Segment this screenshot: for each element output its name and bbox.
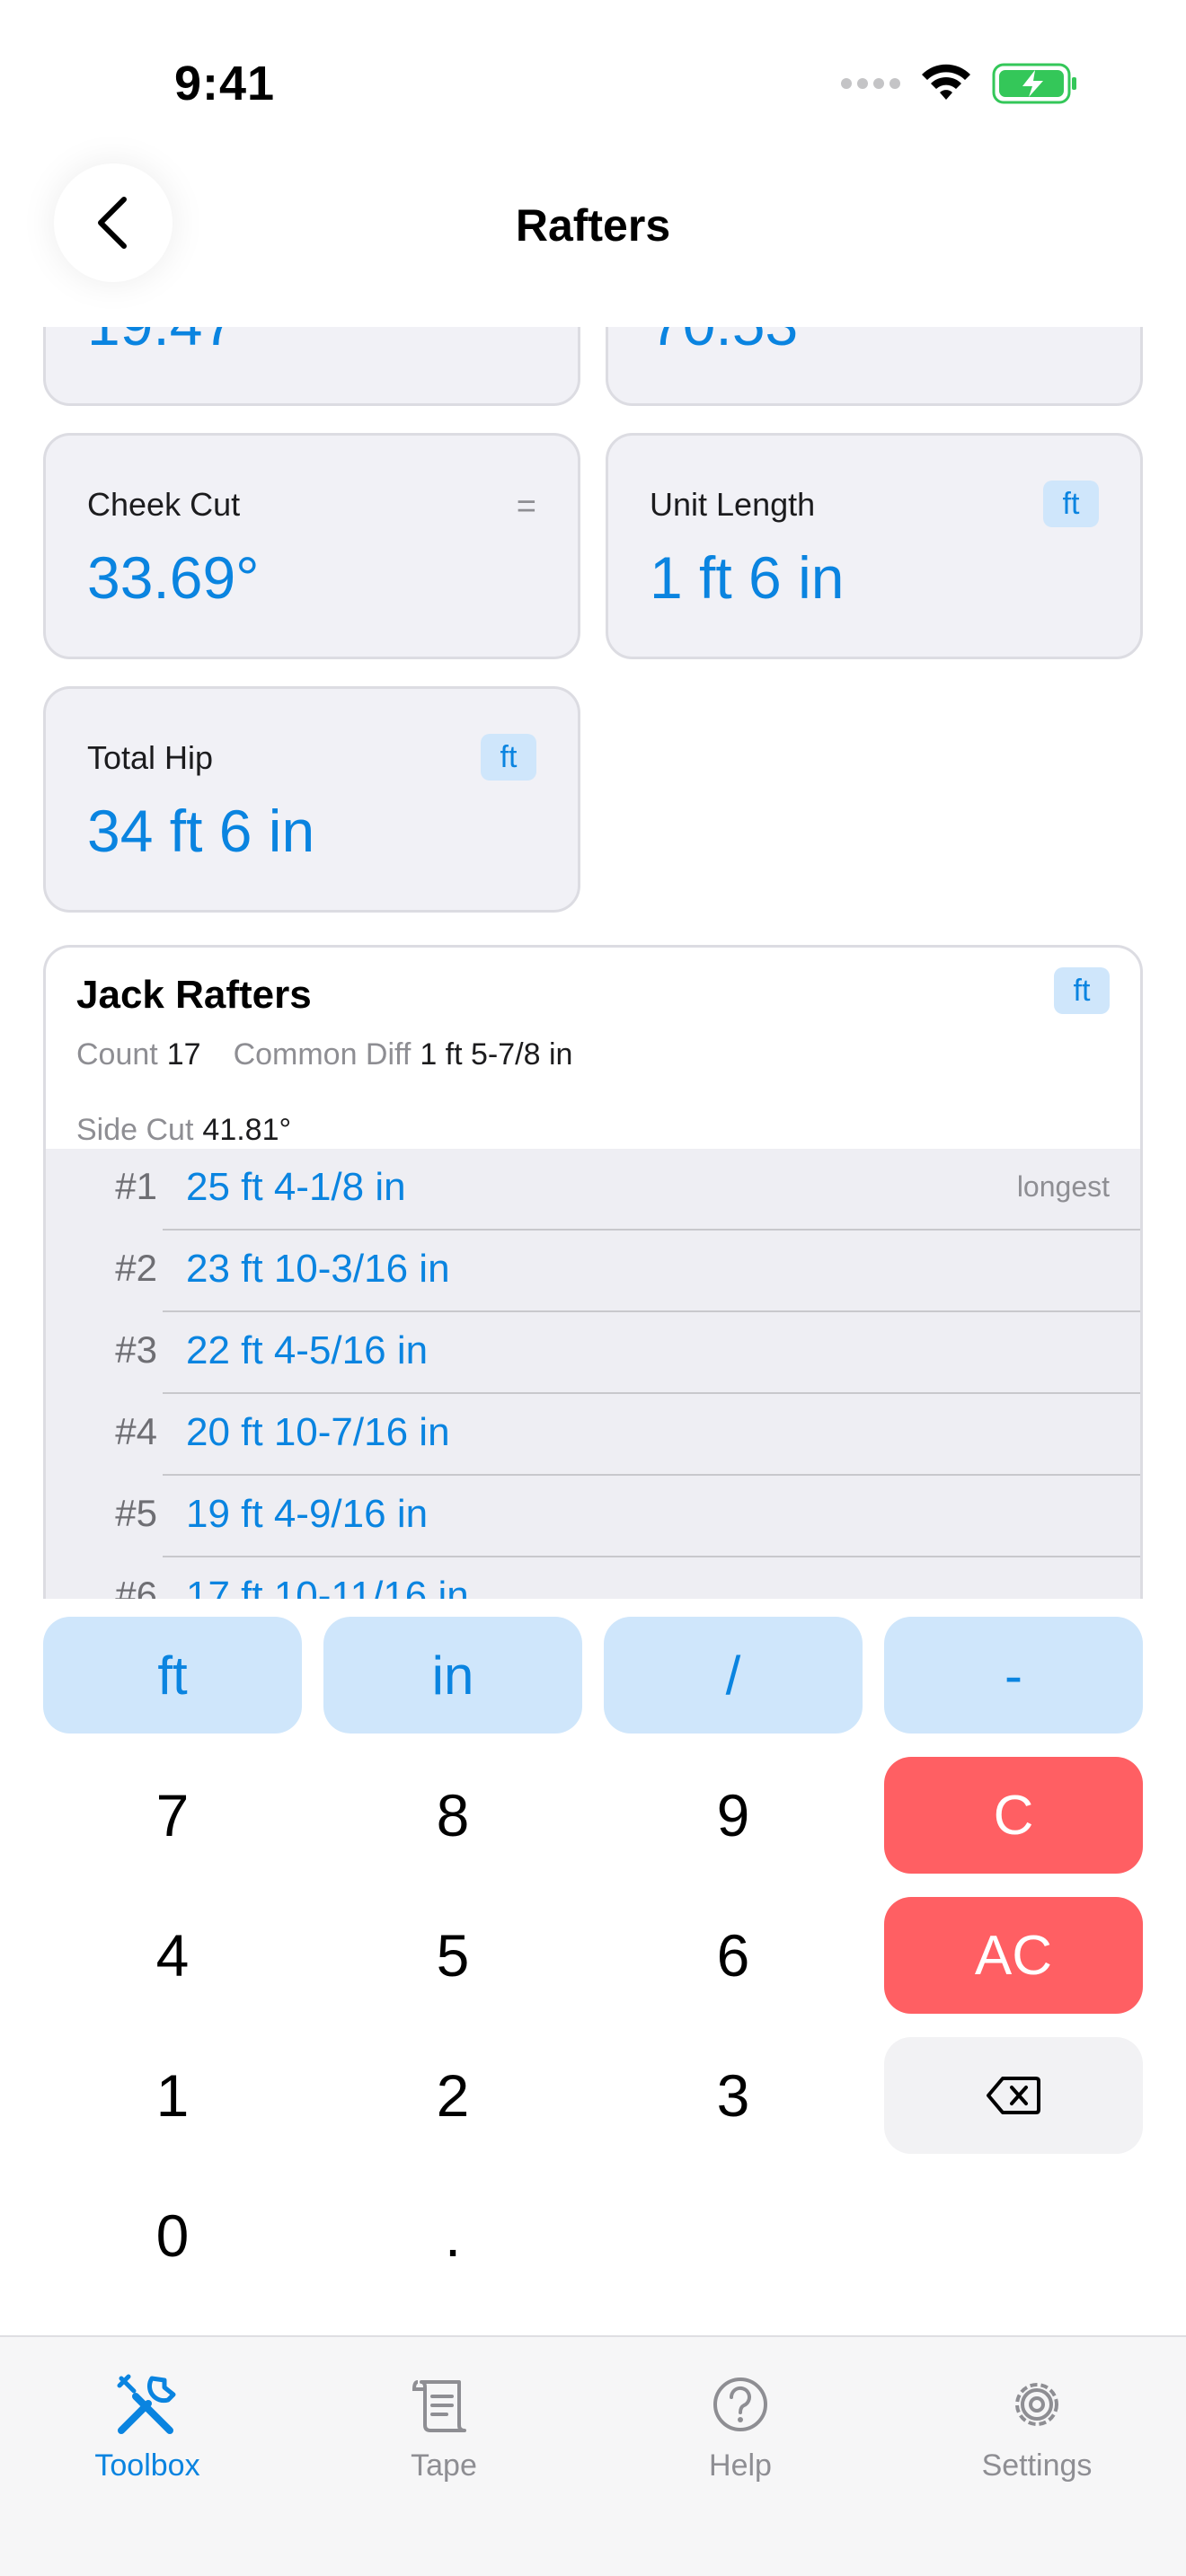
decimal-key[interactable]: .: [323, 2177, 582, 2294]
unit-badge[interactable]: ft: [1043, 481, 1099, 527]
tape-icon: [412, 2380, 466, 2432]
digit-1-key[interactable]: 1: [43, 2037, 302, 2154]
rafter-number: #4: [115, 1410, 157, 1452]
backspace-key[interactable]: [884, 2037, 1143, 2154]
page-title: Rafters: [515, 200, 671, 251]
fraction-key[interactable]: /: [604, 1617, 863, 1734]
keypad: ft in / - 7 8 9 C 4 5 6 AC 1 2 3 0 .: [0, 1599, 1186, 2335]
side-cut-label: Side Cut: [76, 1113, 194, 1147]
digit-7-key[interactable]: 7: [43, 1757, 302, 1874]
list-item[interactable]: #4 20 ft 10-7/16 in: [46, 1394, 1140, 1476]
all-clear-key[interactable]: AC: [884, 1897, 1143, 2014]
tab-toolbox[interactable]: Toolbox: [31, 2364, 264, 2483]
unit-length-card[interactable]: Unit Length ft 1 ft 6 in: [606, 433, 1143, 659]
tab-label: Help: [709, 2448, 772, 2483]
in-key[interactable]: in: [323, 1617, 582, 1734]
rafter-number: #3: [115, 1328, 157, 1371]
results-scroll-area[interactable]: 19.47 70.53 Cheek Cut = 33.69° Unit Leng…: [0, 327, 1186, 1599]
list-item[interactable]: #3 22 ft 4-5/16 in: [46, 1312, 1140, 1394]
backspace-icon: [987, 2077, 1040, 2114]
jack-rafters-card: Jack Rafters ft Count 17 Common Diff 1 ft 5…: [43, 945, 1143, 1599]
jack-rafters-title: Jack Rafters: [76, 973, 312, 1017]
digit-0-key[interactable]: 0: [43, 2177, 302, 2294]
jack-rafter-list: #1 25 ft 4-1/8 in longest #2 23 ft 10-3/…: [46, 1149, 1140, 1599]
unit-badge[interactable]: ft: [481, 734, 536, 781]
signal-icon: [841, 78, 900, 89]
rafter-length: 23 ft 10-3/16 in: [186, 1247, 450, 1291]
digit-2-key[interactable]: 2: [323, 2037, 582, 2154]
rafter-length: 19 ft 4-9/16 in: [186, 1492, 429, 1536]
gear-icon: [1015, 2383, 1058, 2426]
battery-charging-icon: [992, 63, 1076, 104]
list-item[interactable]: #5 19 ft 4-9/16 in: [46, 1476, 1140, 1557]
partial-value-right: 70.53: [650, 327, 798, 358]
rafter-number: #5: [115, 1492, 157, 1534]
equals-indicator: =: [516, 488, 536, 525]
common-diff-value: 1 ft 5-7/8 in: [420, 1037, 573, 1072]
tab-help[interactable]: Help: [624, 2364, 857, 2483]
partial-value-left: 19.47: [87, 327, 235, 358]
digit-6-key[interactable]: 6: [604, 1897, 863, 2014]
side-cut: Side Cut 41.81°: [76, 1113, 291, 1148]
tab-bar: Toolbox Tape Help Settings: [0, 2335, 1186, 2576]
side-cut-value: 41.81°: [202, 1113, 292, 1147]
toolbox-icon: [117, 2374, 176, 2434]
wifi-icon: [922, 64, 970, 100]
longest-tag: longest: [1016, 1170, 1110, 1203]
tab-settings[interactable]: Settings: [920, 2364, 1154, 2483]
count-label: Count: [76, 1037, 158, 1072]
rafter-number: #1: [115, 1165, 157, 1207]
list-item[interactable]: #1 25 ft 4-1/8 in longest: [46, 1149, 1140, 1231]
rafter-length: 17 ft 10-11/16 in: [186, 1574, 469, 1599]
list-item[interactable]: #6 17 ft 10-11/16 in: [46, 1557, 1140, 1599]
dash-key[interactable]: -: [884, 1617, 1143, 1734]
status-icons: [841, 63, 1078, 104]
rafter-length: 22 ft 4-5/16 in: [186, 1328, 429, 1372]
cheek-cut-label: Cheek Cut: [87, 486, 241, 523]
digit-5-key[interactable]: 5: [323, 1897, 582, 2014]
total-hip-value: 34 ft 6 in: [87, 798, 315, 864]
unit-length-label: Unit Length: [650, 486, 816, 523]
digit-9-key[interactable]: 9: [604, 1757, 863, 1874]
status-time: 9:41: [174, 57, 276, 110]
tab-label: Settings: [981, 2448, 1093, 2483]
partial-result-card-left: 19.47: [43, 327, 580, 406]
digit-8-key[interactable]: 8: [323, 1757, 582, 1874]
partial-result-card-right: 70.53: [606, 327, 1143, 406]
tab-label: Toolbox: [94, 2448, 200, 2483]
total-hip-label: Total Hip: [87, 739, 214, 776]
total-hip-card[interactable]: Total Hip ft 34 ft 6 in: [43, 686, 580, 913]
jack-rafters-meta: Count 17 Common Diff 1 ft 5-7/8 in: [76, 1037, 605, 1072]
unit-badge[interactable]: ft: [1054, 967, 1110, 1014]
help-icon: [713, 2378, 767, 2431]
cheek-cut-card[interactable]: Cheek Cut = 33.69°: [43, 433, 580, 659]
tab-tape[interactable]: Tape: [327, 2364, 561, 2483]
clear-key[interactable]: C: [884, 1757, 1143, 1874]
ft-key[interactable]: ft: [43, 1617, 302, 1734]
rafter-number: #2: [115, 1247, 157, 1289]
digit-3-key[interactable]: 3: [604, 2037, 863, 2154]
digit-4-key[interactable]: 4: [43, 1897, 302, 2014]
tab-label: Tape: [411, 2448, 477, 2483]
rafter-length: 20 ft 10-7/16 in: [186, 1410, 450, 1454]
rafter-length: 25 ft 4-1/8 in: [186, 1165, 406, 1209]
common-diff-label: Common Diff: [233, 1037, 412, 1072]
cheek-cut-value: 33.69°: [87, 544, 260, 611]
list-item[interactable]: #2 23 ft 10-3/16 in: [46, 1231, 1140, 1312]
count-value: 17: [166, 1037, 201, 1072]
unit-length-value: 1 ft 6 in: [650, 544, 845, 611]
rafter-number: #6: [115, 1574, 157, 1599]
